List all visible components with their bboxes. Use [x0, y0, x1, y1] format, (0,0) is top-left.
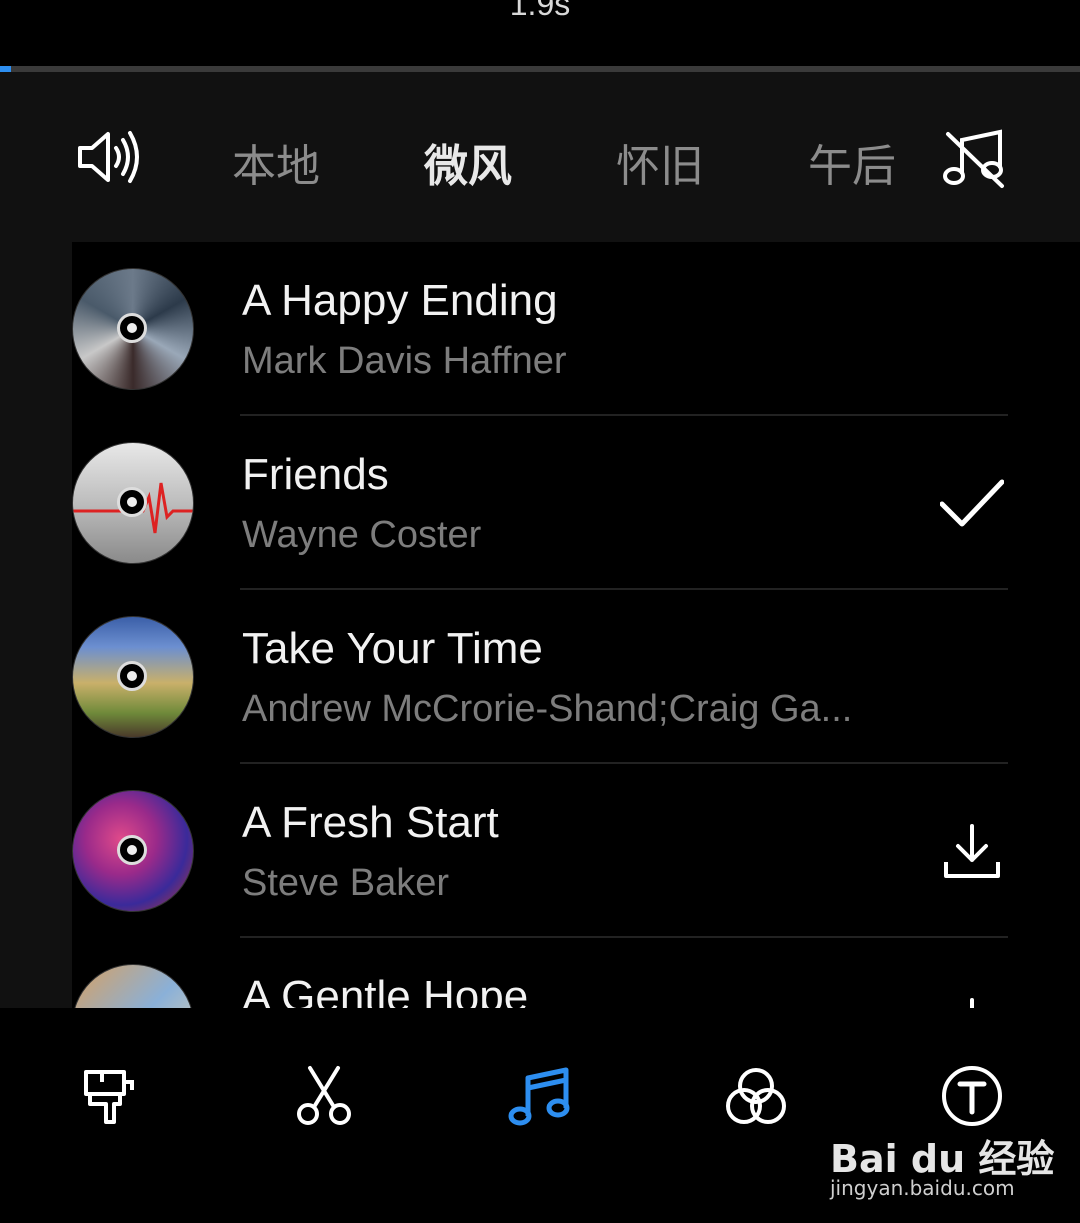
album-cover — [72, 268, 194, 390]
volume-icon[interactable] — [76, 128, 142, 186]
download-icon[interactable] — [940, 996, 1004, 1008]
list-item[interactable]: Friends Wayne Coster — [72, 416, 1080, 590]
check-icon — [940, 479, 1004, 527]
music-note-icon[interactable] — [508, 1064, 572, 1128]
song-list: A Happy Ending Mark Davis Haffner Friend… — [72, 242, 1080, 1008]
album-cover — [72, 964, 194, 1008]
watermark-logo: Bai du 经验 — [830, 1137, 1055, 1181]
album-cover — [72, 790, 194, 912]
song-title: A Fresh Start — [242, 798, 499, 847]
music-panel: 本地 微风 怀旧 午后 A Happy Ending Mark Davis Ha… — [0, 72, 1080, 1008]
music-category-tabs: 本地 微风 怀旧 午后 — [0, 72, 1080, 242]
music-off-icon[interactable] — [942, 128, 1006, 190]
text-icon[interactable] — [940, 1064, 1004, 1128]
tab-nostalgia[interactable]: 怀旧 — [600, 130, 720, 194]
list-item[interactable]: A Happy Ending Mark Davis Haffner — [72, 242, 1080, 416]
tab-local[interactable]: 本地 — [216, 130, 336, 194]
tab-afternoon[interactable]: 午后 — [792, 130, 912, 194]
scissors-icon[interactable] — [292, 1064, 356, 1128]
song-title: A Gentle Hope — [242, 972, 529, 1008]
album-cover — [72, 442, 194, 564]
song-artist: Wayne Coster — [242, 514, 482, 556]
song-title: A Happy Ending — [242, 276, 558, 325]
song-title: Friends — [242, 450, 389, 499]
list-item[interactable]: Take Your Time Andrew McCrorie-Shand;Cra… — [72, 590, 1080, 764]
song-title: Take Your Time — [242, 624, 543, 673]
filter-icon[interactable] — [724, 1064, 788, 1128]
list-item[interactable]: A Gentle Hope — [72, 938, 1080, 1008]
download-icon[interactable] — [940, 822, 1004, 882]
list-item[interactable]: A Fresh Start Steve Baker — [72, 764, 1080, 938]
duration-label: 1.9s — [509, 0, 571, 22]
song-artist: Andrew McCrorie-Shand;Craig Ga... — [242, 688, 853, 730]
song-artist: Steve Baker — [242, 862, 449, 904]
watermark-url: jingyan.baidu.com — [830, 1176, 1015, 1200]
tab-breeze[interactable]: 微风 — [408, 130, 528, 194]
album-cover — [72, 616, 194, 738]
top-bar: 1.9s — [0, 0, 1080, 66]
song-artist: Mark Davis Haffner — [242, 340, 567, 382]
brush-icon[interactable] — [76, 1064, 140, 1128]
